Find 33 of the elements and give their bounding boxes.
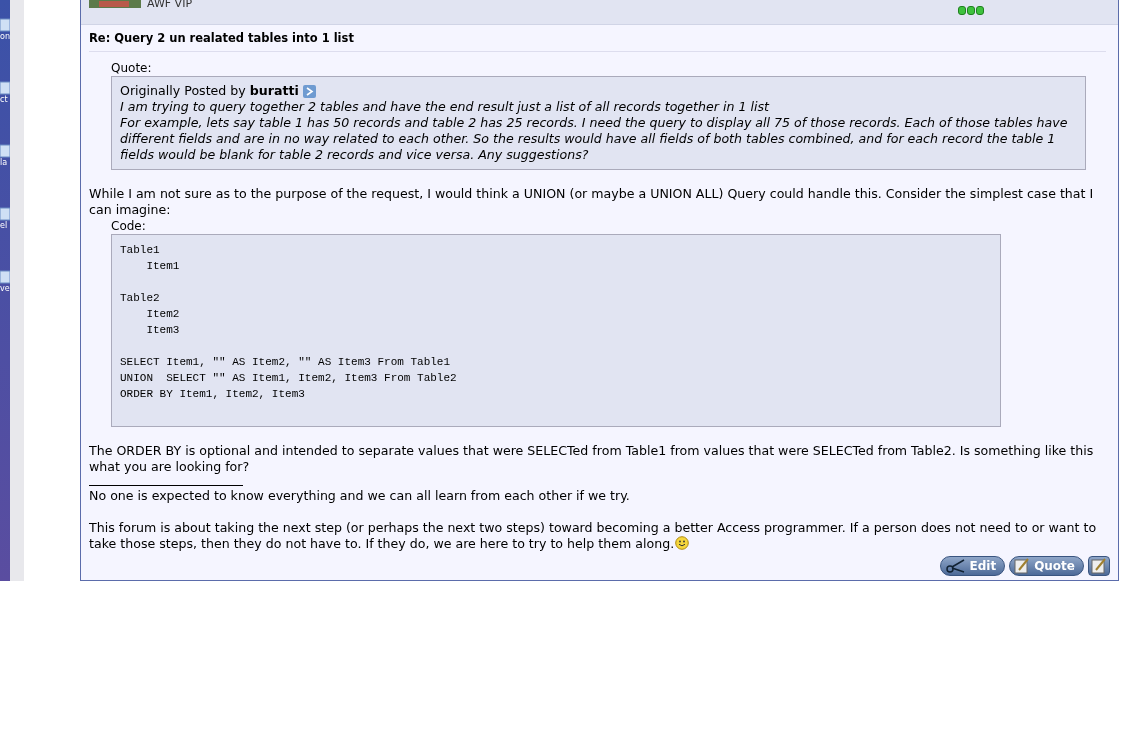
code-line: Table2 xyxy=(120,291,161,306)
post-text: The ORDER BY is optional and intended to separate values that were SELECTed from Table1 from values that were SELECTed from Table2. Is something like this what you are looking for? xyxy=(89,443,1095,475)
quote-label: Quote: xyxy=(111,60,153,76)
quote-author: Originally Posted by buratti xyxy=(120,83,299,99)
signature-text: This forum is about taking the next step (or perhaps the next two steps) toward becoming a better Access programmer. If a person does not need to or want to take those steps, then they do not have to. If they do, we are here to try to help them along. xyxy=(89,520,1098,552)
code-line: UNION SELECT "" AS Item1, Item2, Item3 From Table2 xyxy=(120,371,458,386)
view-post-icon[interactable] xyxy=(302,84,316,98)
note-pen-icon xyxy=(1091,558,1107,574)
scissors-icon xyxy=(945,558,966,574)
rank-badge-icon xyxy=(89,0,141,8)
post-text: While I am not sure as to the purpose of the request, I would think a UNION (or maybe a UNION ALL) Query could handle this. Consider the simplest case that I can imagine: xyxy=(89,186,1095,218)
code-line: SELECT Item1, "" AS Item2, "" AS Item3 From Table1 xyxy=(120,355,452,370)
code-line: Item1 xyxy=(145,259,181,274)
icon-label: ve xyxy=(0,284,10,293)
code-label: Code: xyxy=(111,218,147,234)
edit-button[interactable]: Edit xyxy=(940,556,1006,576)
icon-label: ct xyxy=(0,95,9,104)
code-line: Item3 xyxy=(145,323,181,338)
reputation-pips-icon xyxy=(958,6,984,15)
code-line: ORDER BY Item1, Item2, Item3 xyxy=(120,387,306,402)
code-line: Item2 xyxy=(145,307,181,322)
quote-text: I am trying to query together 2 tables and have the end result just a list of all records together in 1 list xyxy=(120,99,771,115)
note-pen-icon xyxy=(1014,558,1031,574)
quote-text: For example, lets say table 1 has 50 records and table 2 has 25 records. I need the query to display all 75 of those records. Each of those tables have different fields and are in no way related to each other. So the results would have all fields of both tables combined, and for each record the table 1 fields would be blank for table 2 records and vice versa. Any suggestions? xyxy=(120,115,1069,163)
icon-label: on xyxy=(0,32,10,41)
smiley-icon xyxy=(675,536,690,550)
icon-label: la xyxy=(0,158,9,167)
quick-reply-button[interactable] xyxy=(1088,556,1110,576)
icon-label: el xyxy=(0,221,9,230)
signature-text: No one is expected to know everything and we can all learn from each other if we try. xyxy=(89,488,631,504)
code-line: Table1 xyxy=(120,243,161,258)
quote-button[interactable]: Quote xyxy=(1009,556,1084,576)
post-title: Re: Query 2 un realated tables into 1 list xyxy=(89,31,1106,52)
